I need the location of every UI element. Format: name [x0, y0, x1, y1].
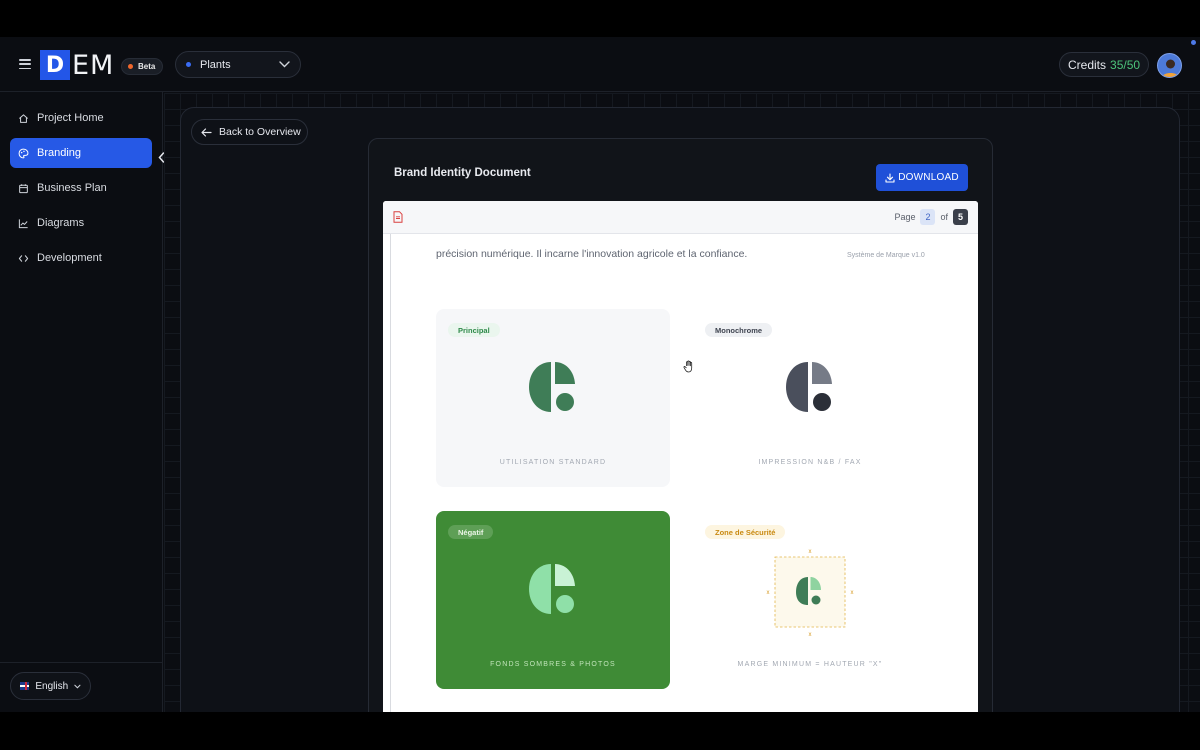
beta-dot-icon: [128, 64, 133, 69]
pdf-viewer[interactable]: Page 2 of 5 précision numérique. Il inca…: [383, 201, 978, 712]
project-selector[interactable]: Plants: [175, 51, 301, 78]
beta-label: Beta: [138, 62, 156, 71]
sidebar-item-diagrams[interactable]: Diagrams: [10, 208, 152, 238]
content-panel: Back to Overview Brand Identity Document…: [180, 107, 1180, 712]
current-page-input[interactable]: 2: [920, 209, 936, 225]
sidebar-item-business-plan[interactable]: Business Plan: [10, 173, 152, 203]
credits-label: Credits: [1068, 57, 1107, 72]
tile-label: UTILISATION STANDARD: [499, 459, 607, 466]
pager: Page 2 of 5: [894, 209, 968, 225]
main-area: Back to Overview Brand Identity Document…: [164, 93, 1200, 712]
sidebar-divider: [0, 662, 163, 663]
top-bar: D EM Beta Plants Credits 35/50: [0, 37, 1200, 92]
project-dot-icon: [186, 62, 191, 67]
app-window: D EM Beta Plants Credits 35/50 Project H…: [0, 37, 1200, 712]
sidebar-item-project-home[interactable]: Project Home: [10, 103, 152, 133]
system-version: Système de Marque v1.0: [847, 252, 925, 259]
tag-safety-zone: Zone de Sécurité: [705, 525, 786, 539]
uk-flag-icon: [20, 682, 30, 690]
of-label: of: [940, 212, 948, 222]
svg-text:x: x: [809, 549, 812, 555]
logo-initial: D: [40, 50, 70, 80]
safety-zone-diagram: x x x x: [767, 549, 854, 637]
back-to-overview-button[interactable]: Back to Overview: [191, 119, 308, 145]
online-status-dot: [1191, 40, 1196, 45]
tag-monochrome: Monochrome: [705, 323, 773, 337]
beta-badge: Beta: [121, 58, 164, 75]
credits-badge[interactable]: Credits 35/50: [1059, 52, 1150, 77]
chevron-down-icon: [279, 61, 290, 68]
tile-label: MARGE MINIMUM = HAUTEUR "X": [737, 661, 883, 668]
download-icon: [885, 172, 895, 183]
svg-text:x: x: [767, 590, 770, 596]
logo-tile-safety-zone: Zone de Sécurité x x x x MARGE MINIMUM =…: [693, 511, 927, 689]
sidebar-item-label: Business Plan: [37, 182, 107, 194]
letterbox-bottom: [0, 712, 1200, 750]
tile-label: FONDS SOMBRES & PHOTOS: [490, 661, 616, 668]
avatar-image: [1161, 59, 1180, 77]
page-label: Page: [894, 212, 916, 222]
back-label: Back to Overview: [219, 126, 301, 138]
svg-text:x: x: [851, 590, 854, 596]
pdf-toolbar: Page 2 of 5: [383, 201, 978, 234]
brand-mark-icon: [529, 362, 575, 412]
sidebar: Project Home Branding Business Plan Diag…: [0, 92, 164, 712]
brand-mark-icon: [529, 564, 575, 614]
letterbox-top: [0, 0, 1200, 37]
menu-icon[interactable]: [19, 59, 31, 69]
chart-line-icon: [18, 218, 28, 228]
document-title: Brand Identity Document: [394, 167, 531, 179]
total-pages: 5: [953, 209, 968, 225]
tag-principal: Principal: [448, 323, 500, 337]
code-icon: [18, 254, 29, 262]
user-avatar[interactable]: [1157, 53, 1182, 78]
logo-tile-negatif: Négatif FONDS SOMBRES & PHOTOS: [436, 511, 670, 689]
sidebar-item-label: Diagrams: [37, 217, 85, 229]
sidebar-item-label: Development: [37, 252, 102, 264]
tag-negatif: Négatif: [448, 525, 494, 539]
app-logo[interactable]: D EM: [40, 49, 115, 81]
download-label: DOWNLOAD: [898, 172, 959, 183]
home-icon: [19, 113, 28, 123]
sidebar-item-label: Branding: [37, 147, 82, 159]
pdf-file-icon: [393, 211, 403, 223]
language-selector[interactable]: English: [10, 672, 91, 700]
credits-value: 35/50: [1110, 57, 1141, 72]
logo-text: EM: [72, 49, 115, 81]
hand-cursor-icon: [683, 360, 693, 373]
project-name: Plants: [200, 58, 231, 71]
logo-tile-monochrome: Monochrome IMPRESSION N&B / FAX: [693, 309, 927, 487]
calendar-icon: [19, 183, 28, 193]
download-button[interactable]: DOWNLOAD: [876, 164, 968, 191]
tile-label: IMPRESSION N&B / FAX: [758, 459, 862, 466]
brand-mark-icon: [786, 362, 832, 412]
document-card: Brand Identity Document DOWNLOAD Page 2 …: [368, 138, 993, 712]
arrow-left-icon: [201, 127, 212, 137]
sidebar-item-development[interactable]: Development: [10, 243, 152, 273]
svg-text:x: x: [809, 632, 812, 637]
chevron-down-icon: [74, 684, 81, 688]
palette-icon: [18, 148, 29, 158]
language-label: English: [35, 680, 69, 692]
intro-text: précision numérique. Il incarne l'innova…: [436, 248, 748, 260]
sidebar-item-branding[interactable]: Branding: [10, 138, 152, 168]
logo-tile-principal: Principal UTILISATION STANDARD: [436, 309, 670, 487]
sidebar-item-label: Project Home: [37, 112, 104, 124]
pdf-page: précision numérique. Il incarne l'innova…: [390, 234, 978, 712]
